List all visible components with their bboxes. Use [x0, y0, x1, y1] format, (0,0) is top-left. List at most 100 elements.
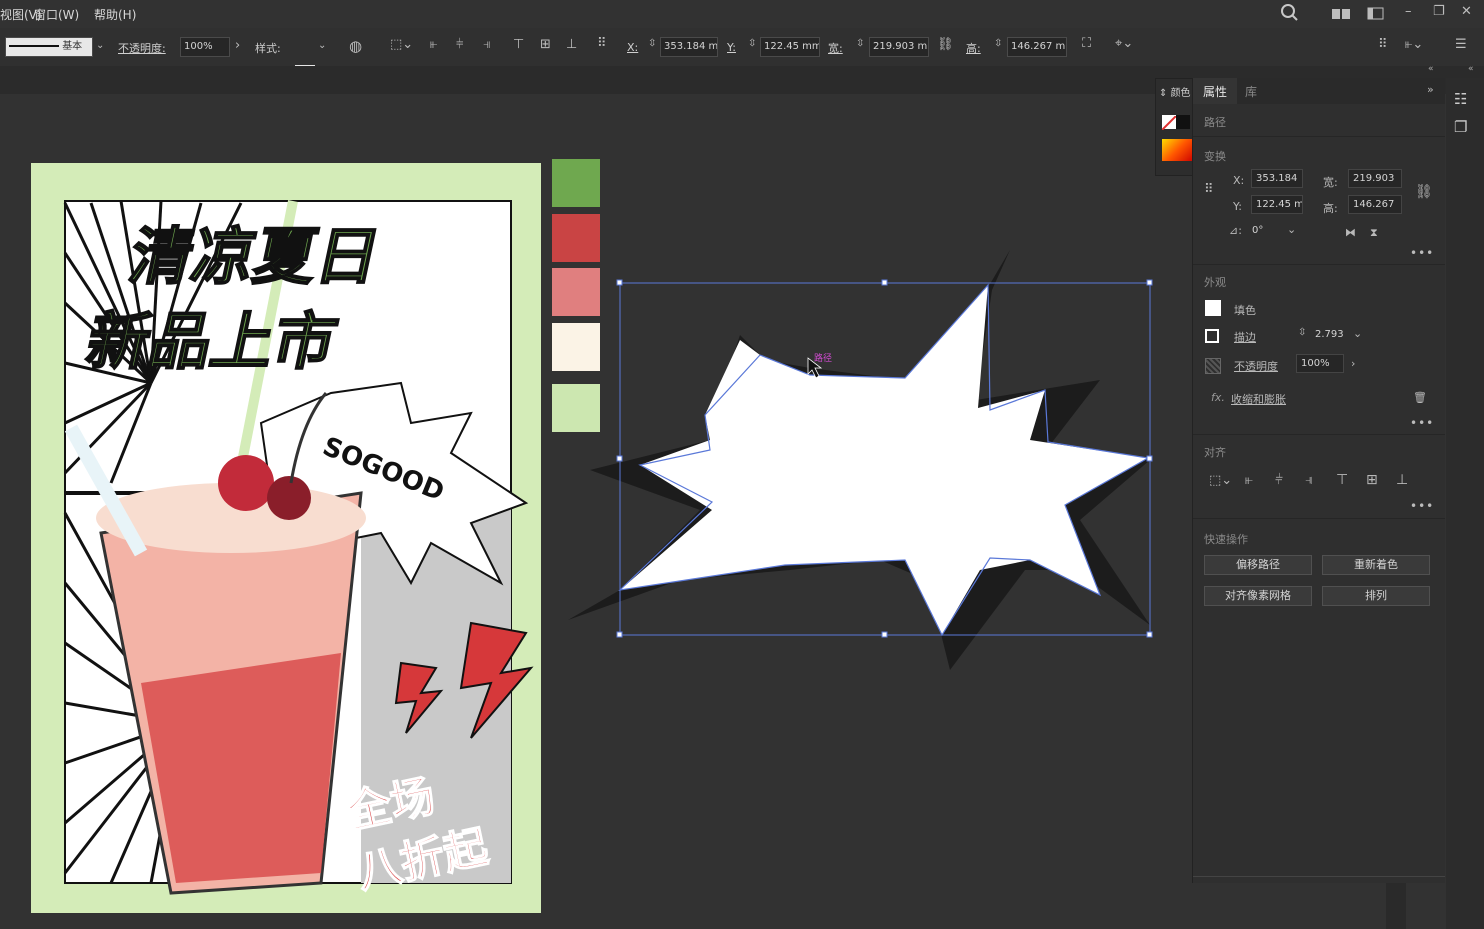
flip-vertical-icon[interactable]: ⧗	[1370, 226, 1378, 240]
align-to-icon[interactable]: ⬚⌄	[390, 37, 413, 52]
panel-menu-icon[interactable]: ☰	[1455, 37, 1467, 52]
menu-window[interactable]: 窗口(W)	[34, 6, 79, 23]
align-left-icon[interactable]: ⫦	[1245, 472, 1253, 488]
more-options-icon[interactable]: •••	[1410, 416, 1434, 430]
effect-label[interactable]: 收缩和膨胀	[1231, 391, 1286, 407]
height-input[interactable]: 146.267	[1348, 195, 1402, 214]
angle-input[interactable]: 0°	[1248, 222, 1284, 241]
stepper-icon[interactable]: ⇳	[994, 38, 1002, 49]
reference-point-icon[interactable]: ⠿	[597, 36, 607, 51]
chevron-down-icon[interactable]: ⌄	[1353, 327, 1362, 340]
trash-icon[interactable]: 🗑	[1413, 391, 1427, 404]
chevron-down-icon[interactable]: ⌄	[96, 40, 104, 51]
align-right-icon[interactable]: ⫣	[483, 37, 491, 52]
tab-library[interactable]: 库	[1245, 83, 1257, 100]
handle[interactable]	[616, 631, 623, 638]
fill-none-swatch[interactable]	[1161, 115, 1177, 131]
align-bottom-icon[interactable]: ⊥	[1396, 472, 1408, 488]
handle[interactable]	[1146, 631, 1153, 638]
handle[interactable]	[881, 279, 888, 286]
opacity-input[interactable]: 100%	[180, 37, 230, 57]
right-icon-strip: ☷ ❐	[1446, 78, 1484, 929]
fill-swatch[interactable]	[1205, 300, 1221, 316]
collapse-icon[interactable]: «	[1468, 64, 1474, 74]
recolor-button[interactable]: 重新着色	[1322, 555, 1430, 575]
align-to-icon[interactable]: ⬚⌄	[1209, 473, 1232, 488]
align-bottom-icon[interactable]: ⊥	[566, 37, 577, 52]
align-vcenter-icon[interactable]: ⊞	[540, 37, 551, 52]
minimize-icon[interactable]: –	[1405, 4, 1412, 19]
color-spectrum[interactable]	[1162, 139, 1194, 161]
transform-icon[interactable]: ⛶	[1082, 36, 1091, 51]
align-top-icon[interactable]: ⊤	[513, 37, 524, 52]
chevron-down-icon[interactable]: ⌄	[1287, 223, 1296, 236]
align-left-icon[interactable]: ⫦	[430, 37, 437, 52]
more-options-icon[interactable]: •••	[1410, 246, 1434, 260]
y-input[interactable]: 122.45 mm	[760, 37, 820, 57]
stepper-icon[interactable]: ⇳	[1298, 327, 1306, 338]
color-panel-tab-label: 颜色	[1170, 88, 1191, 99]
stroke-swatch[interactable]	[1205, 329, 1219, 343]
menu-help[interactable]: 帮助(H)	[94, 6, 136, 23]
link-proportions-icon[interactable]: ⛓	[1415, 184, 1433, 200]
stepper-icon[interactable]: ⇳	[648, 38, 656, 49]
y-label: Y:	[1233, 200, 1242, 213]
align-hcenter-icon[interactable]: ⫩	[456, 37, 463, 52]
align-hcenter-icon[interactable]: ⫩	[1275, 472, 1283, 488]
black-swatch[interactable]	[1176, 115, 1190, 129]
tab-properties[interactable]: 属性	[1203, 83, 1227, 100]
handle[interactable]	[616, 279, 623, 286]
stepper-icon[interactable]: ⇳	[856, 38, 864, 49]
grid-icon[interactable]: ⠿	[1378, 37, 1388, 52]
height-input[interactable]: 146.267 m	[1007, 37, 1067, 57]
align-top-icon[interactable]: ⊤	[1336, 472, 1348, 488]
close-icon[interactable]: ✕	[1461, 4, 1472, 19]
handle[interactable]	[1146, 455, 1153, 462]
opacity-label[interactable]: 不透明度	[1234, 358, 1278, 374]
libraries-icon[interactable]: ❐	[1454, 118, 1467, 136]
color-panel-tab[interactable]: ⇕ 颜色	[1159, 84, 1191, 99]
align-pixel-grid-button[interactable]: 对齐像素网格	[1204, 586, 1312, 606]
properties-icon[interactable]: ☷	[1454, 90, 1467, 108]
opacity-input[interactable]: 100%	[1296, 354, 1344, 373]
restore-icon[interactable]: ❐	[1433, 4, 1445, 19]
offset-path-button[interactable]: 偏移路径	[1204, 555, 1312, 575]
poster-artboard[interactable]: 清凉夏日 新品上市 SOGOOD 全场 八折起	[31, 163, 541, 913]
panel-expand-icon[interactable]: »	[1427, 83, 1434, 96]
y-input[interactable]: 122.45 m	[1251, 195, 1303, 214]
arrange-documents-icon[interactable]	[1332, 7, 1350, 25]
chevron-right-icon[interactable]: ›	[1351, 357, 1355, 370]
search-icon[interactable]	[1280, 3, 1300, 27]
align-vcenter-icon[interactable]: ⊞	[1366, 472, 1378, 488]
width-input[interactable]: 219.903	[1348, 169, 1402, 188]
flip-horizontal-icon[interactable]: ⧓	[1345, 226, 1356, 239]
opacity-label[interactable]: 不透明度:	[118, 40, 166, 56]
stroke-style-select[interactable]: 基本	[5, 37, 93, 57]
collapse-icon[interactable]: «	[1428, 64, 1434, 74]
width-input[interactable]: 219.903 m	[869, 37, 929, 57]
fill-label: 填色	[1234, 304, 1256, 317]
distribute-icon[interactable]: ⫦⌄	[1405, 37, 1423, 52]
isolate-icon[interactable]: ⌖⌄	[1115, 36, 1133, 51]
stroke-weight-input[interactable]: 2.793	[1311, 326, 1351, 345]
arrange-button[interactable]: 排列	[1322, 586, 1430, 606]
scrollbar-track[interactable]	[1386, 883, 1406, 929]
stroke-label[interactable]: 描边	[1234, 329, 1256, 345]
swatch-green[interactable]	[552, 159, 600, 207]
chevron-down-icon[interactable]: ⌄	[318, 40, 326, 51]
constrain-proportions-icon[interactable]: ⛓	[937, 37, 954, 52]
chevron-right-icon[interactable]: ›	[235, 38, 240, 53]
handle[interactable]	[616, 455, 623, 462]
handle[interactable]	[1146, 279, 1153, 286]
stepper-icon[interactable]: ⇳	[748, 38, 756, 49]
selected-burst-shape[interactable]: 路径	[560, 240, 1200, 680]
reference-point-icon[interactable]: ⠿	[1204, 182, 1214, 197]
x-input[interactable]: 353.184 m	[660, 37, 718, 57]
x-input[interactable]: 353.184	[1251, 169, 1303, 188]
recolor-icon[interactable]: ◍	[349, 37, 362, 55]
handle[interactable]	[881, 631, 888, 638]
workspace-icon[interactable]	[1367, 7, 1385, 25]
align-right-icon[interactable]: ⫣	[1305, 472, 1313, 488]
more-options-icon[interactable]: •••	[1410, 499, 1434, 513]
x-label: X:	[627, 41, 639, 54]
